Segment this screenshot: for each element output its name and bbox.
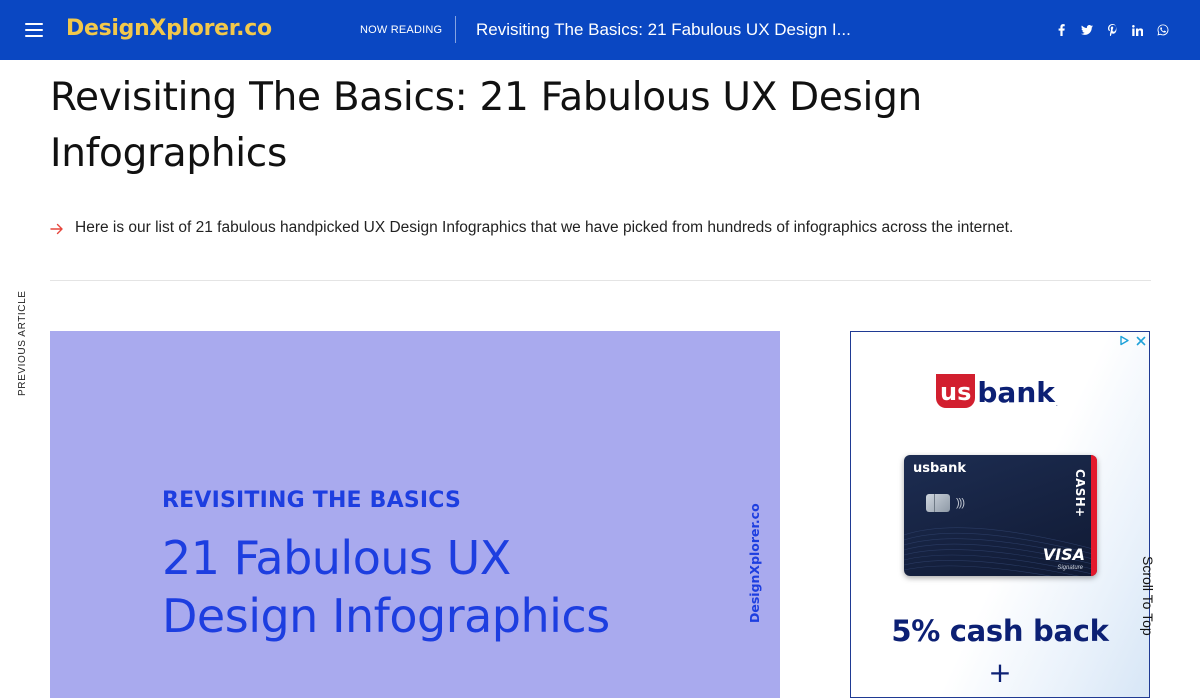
card-brand: usbank — [913, 461, 966, 476]
featured-image: REVISITING THE BASICS 21 Fabulous UX Des… — [50, 331, 780, 698]
hamburger-menu-icon[interactable] — [25, 23, 43, 37]
credit-card-image: usbank ))) CASH+ VISA Signature — [904, 455, 1097, 576]
card-red-stripe — [1091, 455, 1097, 576]
scroll-to-top-link[interactable]: Scroll To Top — [1140, 556, 1156, 636]
article-excerpt: Here is our list of 21 fabulous handpick… — [50, 217, 1013, 239]
article-title: Revisiting The Basics: 21 Fabulous UX De… — [50, 75, 922, 176]
whatsapp-icon[interactable] — [1151, 22, 1177, 38]
now-reading-label: NOW READING — [360, 24, 443, 36]
featured-watermark: DesignXplorer.co — [747, 503, 762, 623]
featured-headline-line2: Design Infographics — [162, 589, 610, 643]
site-logo[interactable]: DesignXplorer.co — [66, 14, 272, 44]
card-product-name: CASH+ — [1073, 469, 1087, 518]
top-navigation-bar: DesignXplorer.co NOW READING Revisiting … — [0, 0, 1200, 60]
ad-offer-text: 5% cash back — [891, 614, 1109, 648]
contactless-icon: ))) — [956, 497, 965, 509]
header-divider — [455, 16, 456, 43]
usbank-logo-us: us — [936, 374, 976, 408]
now-reading-title[interactable]: Revisiting The Basics: 21 Fabulous UX De… — [476, 19, 851, 41]
featured-headline-line1: 21 Fabulous UX — [162, 531, 511, 585]
featured-kicker: REVISITING THE BASICS — [162, 488, 462, 513]
usbank-logo-bank: bank — [977, 376, 1055, 409]
ad-offer-plus: + — [988, 656, 1012, 689]
linkedin-icon[interactable] — [1125, 22, 1151, 38]
facebook-icon[interactable] — [1049, 22, 1075, 38]
ad-choices — [1118, 334, 1147, 347]
featured-headline: 21 Fabulous UX Design Infographics — [162, 529, 610, 645]
twitter-icon[interactable] — [1074, 22, 1100, 38]
previous-article-link[interactable]: PREVIOUS ARTICLE — [17, 290, 28, 396]
adchoices-icon[interactable] — [1118, 334, 1131, 347]
arrow-right-icon — [50, 223, 63, 235]
social-share-links — [1049, 22, 1177, 38]
pinterest-icon[interactable] — [1100, 22, 1126, 38]
visa-logo: VISA — [1042, 545, 1085, 564]
visa-signature-label: Signature — [1057, 565, 1083, 571]
excerpt-text: Here is our list of 21 fabulous handpick… — [75, 219, 1014, 236]
usbank-logo: us bank . — [936, 374, 1058, 408]
header-separator — [50, 280, 1151, 281]
card-chip-icon — [926, 494, 950, 512]
close-ad-icon[interactable] — [1134, 334, 1147, 347]
sidebar-advertisement[interactable]: us bank . usbank ))) CASH+ VISA Signatur… — [850, 331, 1150, 698]
